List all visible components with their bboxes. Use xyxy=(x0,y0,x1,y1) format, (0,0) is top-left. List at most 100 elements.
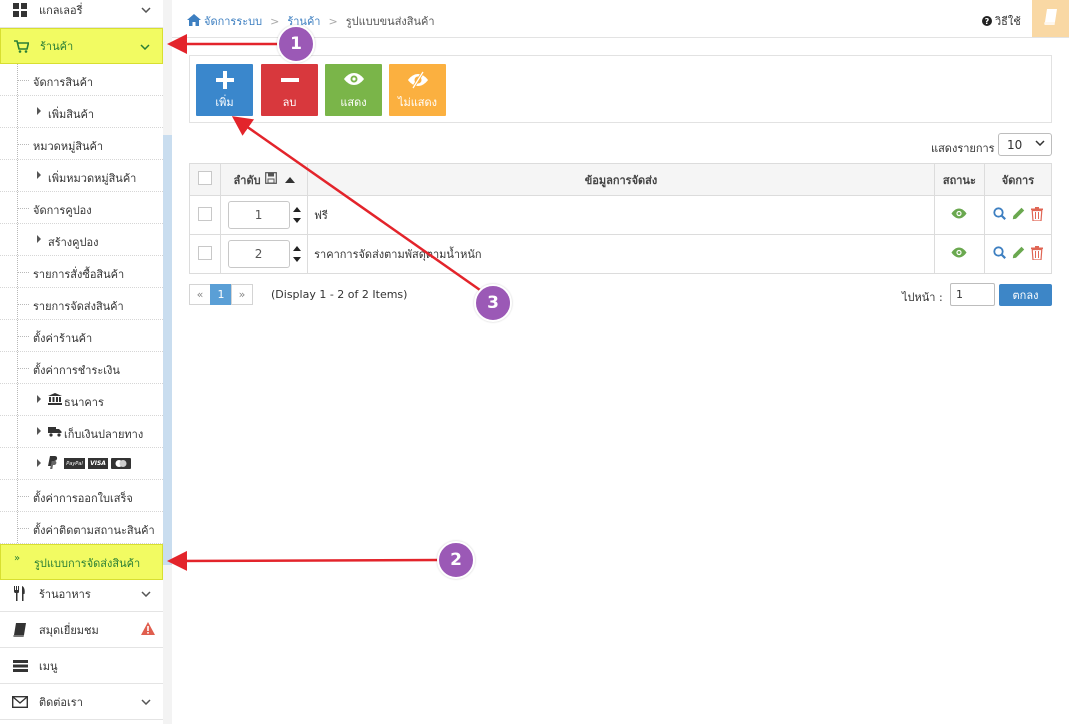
actions-cell xyxy=(983,195,1053,235)
minus-icon xyxy=(261,71,318,91)
order-input[interactable]: 1 xyxy=(227,201,290,229)
order-stepper[interactable] xyxy=(292,243,301,265)
book-icon xyxy=(1043,9,1058,28)
home-icon[interactable] xyxy=(187,13,201,29)
sidebar-item-menu[interactable]: เมนู xyxy=(0,648,163,684)
eye-slash-icon xyxy=(389,71,446,91)
manual-book-button[interactable] xyxy=(1032,0,1069,37)
sidebar-subitem-orders[interactable]: รายการสั่งซื้อสินค้า xyxy=(0,256,163,288)
chevron-down-icon xyxy=(141,695,151,708)
save-icon[interactable] xyxy=(264,172,277,187)
sidebar-subitem-add-category[interactable]: เพิ่มหมวดหมู่สินค้า xyxy=(0,160,163,192)
help-link[interactable]: ? วิธีใช้ xyxy=(982,12,1021,30)
sidebar-item-gallery[interactable]: แกลเลอรี่ xyxy=(0,0,163,28)
caret-right-icon xyxy=(37,171,41,179)
caret-right-icon xyxy=(37,107,41,115)
row-select-cell xyxy=(188,234,222,274)
select-all-checkbox[interactable] xyxy=(198,171,213,185)
pencil-icon[interactable] xyxy=(1012,246,1025,262)
plus-icon xyxy=(196,71,253,91)
sidebar-subitem-bank[interactable]: ธนาคาร xyxy=(0,384,163,416)
display-info: (Display 1 - 2 of 2 Items) xyxy=(271,288,408,301)
paypal-logo: PayPal xyxy=(64,458,85,469)
sidebar-subitem-add-product[interactable]: เพิ่มสินค้า xyxy=(0,96,163,128)
sidebar-subitem-categories[interactable]: หมวดหมู่สินค้า xyxy=(0,128,163,160)
eye-icon[interactable] xyxy=(951,208,967,222)
goto-page-label: ไปหน้า : xyxy=(902,291,943,304)
status-cell xyxy=(933,195,985,235)
pagination-prev[interactable]: « xyxy=(189,284,211,305)
sidebar-item-label: แกลเลอรี่ xyxy=(39,3,83,17)
action-toolbar: เพิ่ม ลบ แสดง ไม่แสดง xyxy=(189,55,1052,123)
search-icon[interactable] xyxy=(993,246,1006,262)
sidebar-item-label: ร้านอาหาร xyxy=(39,587,91,601)
order-column-label: ลำดับ xyxy=(233,173,261,187)
order-column-header[interactable]: ลำดับ xyxy=(220,163,309,196)
goto-page-button[interactable]: ตกลง xyxy=(999,284,1052,306)
sidebar-subitem-shipping-methods[interactable]: » รูปแบบการจัดส่งสินค้า xyxy=(0,544,163,580)
sidebar-subitem-label: เก็บเงินปลายทาง xyxy=(64,428,144,441)
status-column-header: สถานะ xyxy=(933,163,985,196)
info-column-header: ข้อมูลการจัดส่ง xyxy=(307,163,935,196)
sidebar-item-guestbook[interactable]: สมุดเยี่ยมชม xyxy=(0,612,163,648)
delete-button[interactable]: ลบ xyxy=(261,64,318,116)
actions-column-header: จัดการ xyxy=(983,163,1053,196)
row-checkbox[interactable] xyxy=(198,245,213,260)
sidebar-subitem-label: ตั้งค่าร้านค้า xyxy=(33,332,93,345)
envelope-icon xyxy=(12,694,28,710)
sidebar-subitem-cod[interactable]: เก็บเงินปลายทาง xyxy=(0,416,163,448)
sort-up-icon[interactable] xyxy=(284,176,295,183)
sidebar-subitem-receipt-settings[interactable]: ตั้งค่าการออกใบเสร็จ xyxy=(0,480,163,512)
sidebar-subitem-manage-coupons[interactable]: จัดการคูปอง xyxy=(0,192,163,224)
page-size-select[interactable]: 10 xyxy=(998,133,1052,156)
hide-button[interactable]: ไม่แสดง xyxy=(389,64,446,116)
eye-icon[interactable] xyxy=(951,247,967,261)
help-label: วิธีใช้ xyxy=(995,15,1021,28)
sidebar-item-contact[interactable]: ติดต่อเรา xyxy=(0,684,163,720)
grid-icon xyxy=(12,2,28,18)
pagination-next[interactable]: » xyxy=(231,284,253,305)
sidebar-subitem-label: หมวดหมู่สินค้า xyxy=(33,140,104,153)
book-icon xyxy=(12,622,28,638)
annotation-badge-2: 2 xyxy=(437,541,475,579)
trash-icon[interactable] xyxy=(1030,245,1043,263)
pencil-icon[interactable] xyxy=(1012,207,1025,223)
sidebar-subitem-label: เพิ่มสินค้า xyxy=(48,108,95,121)
sidebar-item-label: ร้านค้า xyxy=(40,40,74,53)
select-all-cell xyxy=(188,163,222,196)
sidebar-subitem-shop-settings[interactable]: ตั้งค่าร้านค้า xyxy=(0,320,163,352)
shipping-methods-table: ลำดับ ข้อมูลการจัดส่ง สถานะ จัดการ 1 ฟรี xyxy=(188,163,1053,274)
sidebar-subitem-payment-settings[interactable]: ตั้งค่าการชำระเงิน xyxy=(0,352,163,384)
bank-icon xyxy=(48,393,62,408)
sidebar-subitem-label: ตั้งค่าติดตามสถานะสินค้า xyxy=(33,524,155,537)
breadcrumb-home-link[interactable]: จัดการระบบ xyxy=(204,12,262,30)
sidebar-subitem-shipments[interactable]: รายการจัดส่งสินค้า xyxy=(0,288,163,320)
search-icon[interactable] xyxy=(993,207,1006,223)
sidebar-subitem-paypal[interactable]: PayPal VISA xyxy=(0,448,163,480)
sidebar-subitem-manage-products[interactable]: จัดการสินค้า xyxy=(0,64,163,96)
order-input[interactable]: 2 xyxy=(227,240,290,268)
add-button[interactable]: เพิ่ม xyxy=(196,64,253,116)
sidebar-item-shop[interactable]: ร้านค้า xyxy=(0,28,163,64)
annotation-arrow-2 xyxy=(167,550,440,571)
pagination-page[interactable]: 1 xyxy=(210,284,232,305)
caret-right-icon xyxy=(37,459,41,467)
goto-page-input[interactable]: 1 xyxy=(950,283,995,306)
chevron-down-icon xyxy=(140,40,150,53)
chevron-down-icon xyxy=(1035,138,1045,149)
sidebar-subitem-tracking-settings[interactable]: ตั้งค่าติดตามสถานะสินค้า xyxy=(0,512,163,544)
sidebar-item-restaurant[interactable]: ร้านอาหาร xyxy=(0,576,163,612)
info-cell: ราคาการจัดส่งตามพัสดุตามน้ำหนัก xyxy=(307,234,935,274)
hide-button-label: ไม่แสดง xyxy=(397,96,438,109)
trash-icon[interactable] xyxy=(1030,206,1043,224)
sidebar-subitem-label: จัดการสินค้า xyxy=(33,76,94,89)
sidebar-subitem-create-coupon[interactable]: สร้างคูปอง xyxy=(0,224,163,256)
row-checkbox[interactable] xyxy=(198,206,213,221)
sidebar-item-label: เมนู xyxy=(39,659,58,673)
table-row: 1 ฟรี xyxy=(188,195,1053,235)
order-stepper[interactable] xyxy=(292,204,301,226)
sidebar-scrollbar-thumb[interactable] xyxy=(163,135,172,565)
sidebar-subitem-label: รายการสั่งซื้อสินค้า xyxy=(33,268,125,281)
sidebar-subitem-label: ธนาคาร xyxy=(64,396,104,409)
show-button[interactable]: แสดง xyxy=(325,64,382,116)
